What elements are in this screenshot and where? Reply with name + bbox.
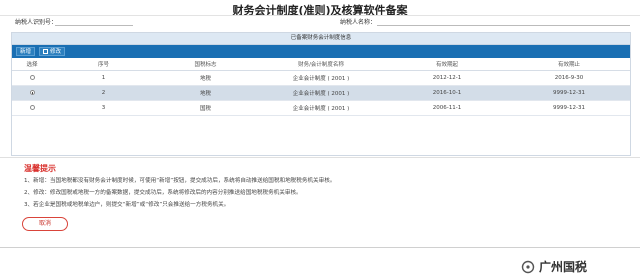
row-flag: 国税 bbox=[155, 100, 256, 116]
panel-header: 已备案财务会计制度信息 bbox=[12, 33, 630, 45]
table-header-row: 选择 序号 国税标志 财务/会计制度名称 有效期起 有效期止 bbox=[12, 58, 630, 71]
title-divider bbox=[0, 15, 640, 16]
table-row[interactable]: 2 地税 企业会计制度 ( 2001 ) 2016-10-1 9999-12-3… bbox=[12, 85, 630, 101]
edit-icon bbox=[43, 49, 48, 54]
col-start: 有效期起 bbox=[386, 58, 508, 71]
row-start: 2012-12-1 bbox=[386, 70, 508, 86]
row-name: 企业会计制度 ( 2001 ) bbox=[256, 85, 386, 101]
edit-button-label: 修改 bbox=[50, 49, 62, 55]
row-end: 2016-9-30 bbox=[508, 70, 630, 86]
tip-item: 3、若企业是国税或地税单边户，则提交“新增”或“修改”只会推送给一方税务机关。 bbox=[24, 202, 230, 208]
row-seq: 1 bbox=[52, 70, 155, 86]
col-select: 选择 bbox=[12, 58, 52, 71]
row-start: 2016-10-1 bbox=[386, 85, 508, 101]
row-end: 9999-12-31 bbox=[508, 100, 630, 116]
col-end: 有效期止 bbox=[508, 58, 630, 71]
wechat-channel-icon bbox=[521, 260, 535, 273]
row-radio[interactable] bbox=[29, 75, 35, 80]
taxpayer-id-label: 纳税人识别号： bbox=[15, 19, 58, 26]
table-row[interactable]: 3 国税 企业会计制度 ( 2001 ) 2006-11-1 9999-12-3… bbox=[12, 100, 630, 116]
row-radio[interactable] bbox=[29, 105, 35, 110]
filed-records-panel: 已备案财务会计制度信息 新增 修改 选择 序号 国税标志 财务/会计制度名称 有… bbox=[11, 32, 631, 156]
col-name: 财务/会计制度名称 bbox=[256, 58, 386, 71]
row-flag: 地税 bbox=[155, 85, 256, 101]
row-name: 企业会计制度 ( 2001 ) bbox=[256, 100, 386, 116]
taxpayer-name-field[interactable] bbox=[377, 25, 630, 26]
bottom-divider bbox=[0, 247, 640, 248]
row-radio[interactable] bbox=[29, 90, 35, 95]
watermark-text: 广州国税 bbox=[539, 260, 588, 274]
cancel-button[interactable]: 取消 bbox=[22, 217, 68, 231]
watermark: 广州国税 bbox=[521, 258, 587, 275]
toolbar: 新增 修改 bbox=[12, 45, 630, 58]
records-table: 选择 序号 国税标志 财务/会计制度名称 有效期起 有效期止 1 地税 企业会计… bbox=[12, 58, 630, 116]
row-start: 2006-11-1 bbox=[386, 100, 508, 116]
taxpayer-id-field[interactable] bbox=[55, 25, 133, 26]
tip-item: 2、修改：修改国税或地税一方的备案数据，提交成功后，系统将修改后的内容分别推送给… bbox=[24, 190, 302, 196]
new-button[interactable]: 新增 bbox=[16, 47, 36, 56]
edit-button[interactable]: 修改 bbox=[39, 47, 66, 56]
section-divider bbox=[0, 157, 640, 158]
row-seq: 2 bbox=[52, 85, 155, 101]
taxpayer-name-label: 纳税人名称： bbox=[340, 19, 377, 26]
row-end: 9999-12-31 bbox=[508, 85, 630, 101]
tips-title: 温馨提示 bbox=[24, 164, 56, 173]
table-row[interactable]: 1 地税 企业会计制度 ( 2001 ) 2012-12-1 2016-9-30 bbox=[12, 70, 630, 86]
row-flag: 地税 bbox=[155, 70, 256, 86]
new-button-label: 新增 bbox=[20, 49, 32, 55]
tip-item: 1、新增：当国地税都没有财务会计制度时候，可使用“新增”按钮，提交成功后，系统将… bbox=[24, 178, 336, 184]
row-seq: 3 bbox=[52, 100, 155, 116]
col-seq: 序号 bbox=[52, 58, 155, 71]
row-name: 企业会计制度 ( 2001 ) bbox=[256, 70, 386, 86]
col-flag: 国税标志 bbox=[155, 58, 256, 71]
